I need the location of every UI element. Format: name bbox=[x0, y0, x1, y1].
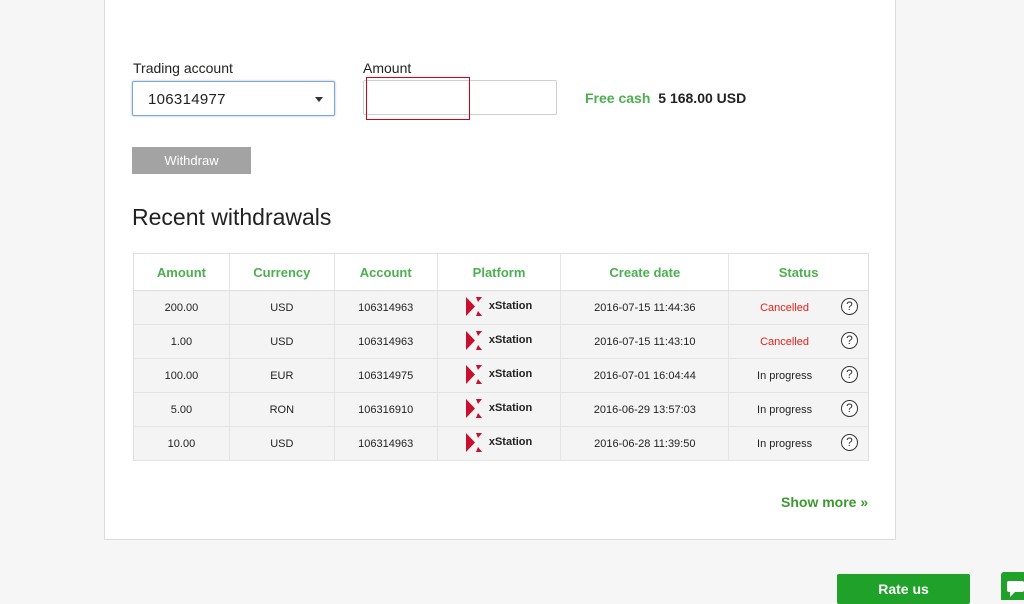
platform-cell: xStation bbox=[437, 426, 562, 461]
trading-account-label: Trading account bbox=[133, 60, 233, 76]
status-text: Cancelled bbox=[760, 301, 810, 314]
platform-cell: xStation bbox=[437, 290, 562, 325]
caret-down-icon bbox=[315, 97, 323, 102]
table-row: 100.00 EUR 106314975 xStation 2016-07-01… bbox=[133, 358, 869, 393]
amount-cell: 1.00 bbox=[133, 324, 230, 359]
amount-cell: 100.00 bbox=[133, 358, 230, 393]
platform-label: xStation bbox=[465, 330, 533, 350]
status-text: Cancelled bbox=[760, 335, 810, 348]
chat-button[interactable] bbox=[1001, 572, 1024, 600]
xstation-logo-icon bbox=[465, 364, 482, 384]
create-date-cell: 2016-07-15 11:44:36 bbox=[560, 290, 730, 325]
question-circle-icon[interactable]: ? bbox=[841, 298, 858, 315]
question-circle-icon[interactable]: ? bbox=[841, 332, 858, 349]
currency-cell: EUR bbox=[229, 358, 335, 393]
table-row: 5.00 RON 106316910 xStation 2016-06-29 1… bbox=[133, 392, 869, 427]
chat-bubble-icon bbox=[1007, 581, 1024, 597]
account-cell: 106314975 bbox=[334, 358, 438, 393]
status-text: In progress bbox=[757, 403, 813, 416]
recent-withdrawals-title: Recent withdrawals bbox=[132, 204, 332, 230]
free-cash-value: 5 168.00 USD bbox=[658, 90, 747, 106]
free-cash-label: Free cash bbox=[585, 90, 651, 106]
platform-cell: xStation bbox=[437, 324, 562, 359]
trading-account-select[interactable]: 106314977 bbox=[132, 81, 335, 116]
platform-label: xStation bbox=[465, 398, 533, 418]
withdrawals-table-body: 200.00 USD 106314963 xStation 2016-07-15… bbox=[133, 290, 869, 461]
platform-name: xStation bbox=[488, 300, 533, 312]
trading-account-value: 106314977 bbox=[148, 91, 226, 108]
question-circle-icon[interactable]: ? bbox=[841, 434, 858, 451]
platform-label: xStation bbox=[465, 432, 533, 452]
status-cell: Cancelled ? bbox=[728, 324, 869, 359]
create-date-cell: 2016-07-01 16:04:44 bbox=[560, 358, 730, 393]
amount-cell: 200.00 bbox=[133, 290, 230, 325]
account-cell: 106314963 bbox=[334, 324, 438, 359]
status-cell: Cancelled ? bbox=[728, 290, 869, 325]
question-circle-icon[interactable]: ? bbox=[841, 366, 858, 383]
platform-name: xStation bbox=[488, 402, 533, 414]
account-cell: 106316910 bbox=[334, 392, 438, 427]
status-text: In progress bbox=[757, 369, 813, 382]
platform-label: xStation bbox=[465, 364, 533, 384]
amount-cell: 10.00 bbox=[133, 426, 230, 461]
status-cell: In progress ? bbox=[728, 358, 869, 393]
currency-cell: RON bbox=[229, 392, 335, 427]
column-header-account: Account bbox=[334, 253, 438, 291]
platform-name: xStation bbox=[488, 436, 533, 448]
platform-name: xStation bbox=[488, 334, 533, 346]
question-circle-icon[interactable]: ? bbox=[841, 400, 858, 417]
xstation-logo-icon bbox=[465, 432, 482, 452]
free-cash: Free cash 5 168.00 USD bbox=[585, 90, 746, 106]
withdraw-button[interactable]: Withdraw bbox=[132, 147, 251, 174]
column-header-platform: Platform bbox=[437, 253, 562, 291]
table-row: 200.00 USD 106314963 xStation 2016-07-15… bbox=[133, 290, 869, 325]
amount-label: Amount bbox=[363, 60, 412, 76]
platform-name: xStation bbox=[488, 368, 533, 380]
show-more-link[interactable]: Show more » bbox=[781, 494, 868, 510]
create-date-cell: 2016-06-28 11:39:50 bbox=[560, 426, 730, 461]
column-header-status: Status bbox=[728, 253, 869, 291]
account-cell: 106314963 bbox=[334, 426, 438, 461]
status-cell: In progress ? bbox=[728, 426, 869, 461]
create-date-cell: 2016-06-29 13:57:03 bbox=[560, 392, 730, 427]
table-header-row: Amount Currency Account Platform Create … bbox=[133, 253, 869, 291]
table-row: 1.00 USD 106314963 xStation 2016-07-15 1… bbox=[133, 324, 869, 359]
account-cell: 106314963 bbox=[334, 290, 438, 325]
currency-cell: USD bbox=[229, 324, 335, 359]
column-header-amount: Amount bbox=[133, 253, 230, 291]
withdrawals-table: Amount Currency Account Platform Create … bbox=[133, 253, 869, 461]
create-date-cell: 2016-07-15 11:43:10 bbox=[560, 324, 730, 359]
amount-cell: 5.00 bbox=[133, 392, 230, 427]
status-cell: In progress ? bbox=[728, 392, 869, 427]
xstation-logo-icon bbox=[465, 330, 482, 350]
currency-cell: USD bbox=[229, 290, 335, 325]
xstation-logo-icon bbox=[465, 296, 482, 316]
platform-cell: xStation bbox=[437, 392, 562, 427]
column-header-currency: Currency bbox=[229, 253, 335, 291]
platform-cell: xStation bbox=[437, 358, 562, 393]
xstation-logo-icon bbox=[465, 398, 482, 418]
currency-cell: USD bbox=[229, 426, 335, 461]
column-header-create-date: Create date bbox=[560, 253, 730, 291]
table-row: 10.00 USD 106314963 xStation 2016-06-28 … bbox=[133, 426, 869, 461]
platform-label: xStation bbox=[465, 296, 533, 316]
status-text: In progress bbox=[757, 437, 813, 450]
amount-input[interactable] bbox=[363, 80, 557, 115]
